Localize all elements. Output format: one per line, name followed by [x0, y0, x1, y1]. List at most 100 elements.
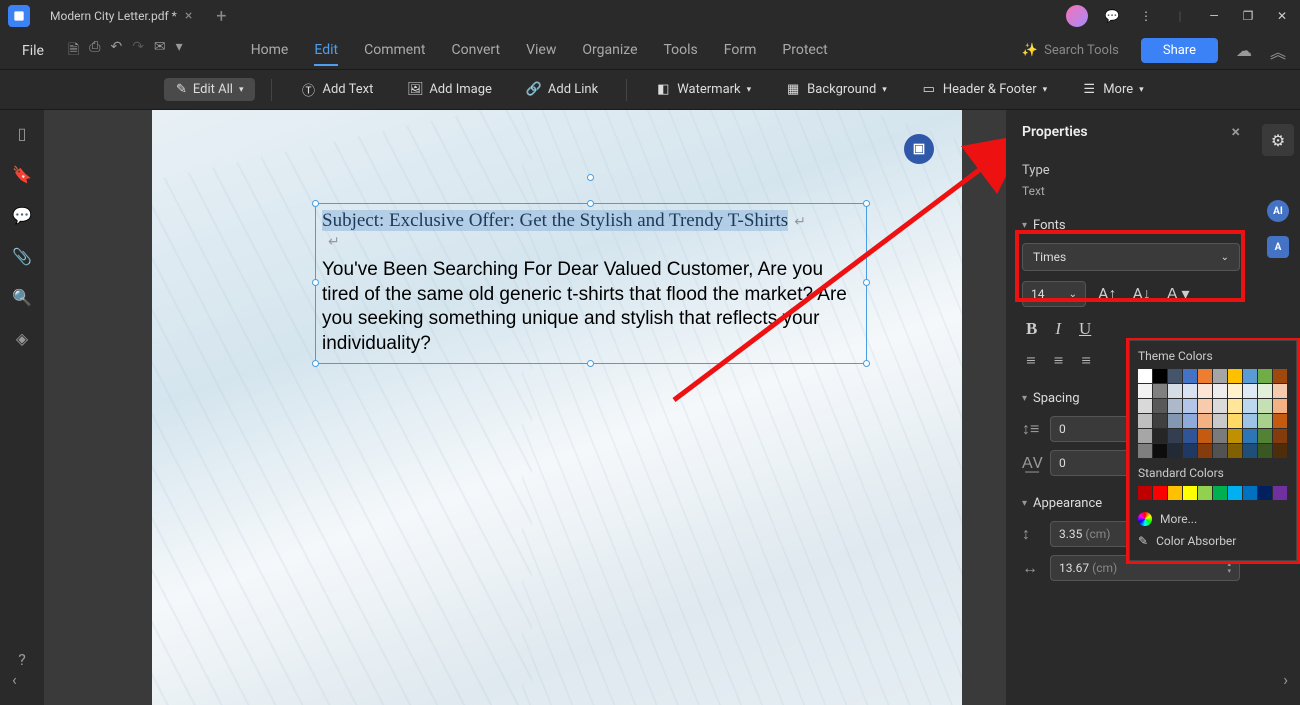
color-swatch[interactable]	[1198, 369, 1212, 383]
subject-text[interactable]: Subject: Exclusive Offer: Get the Stylis…	[322, 210, 788, 231]
add-link-button[interactable]: 🔗Add Link	[514, 78, 610, 102]
resize-handle[interactable]	[863, 200, 870, 207]
color-swatch[interactable]	[1273, 414, 1287, 428]
watermark-button[interactable]: ◧Watermark▾	[643, 78, 763, 102]
body-text[interactable]: You've Been Searching For Dear Valued Cu…	[322, 258, 860, 357]
file-menu[interactable]: File	[14, 39, 52, 63]
color-swatch[interactable]	[1183, 444, 1197, 458]
color-swatch[interactable]	[1273, 399, 1287, 413]
print-icon[interactable]: ⎙	[89, 39, 100, 63]
color-swatch[interactable]	[1153, 384, 1167, 398]
ribbon-tab-home[interactable]: Home	[251, 36, 289, 66]
dropdown-icon[interactable]: ▾	[176, 39, 183, 63]
color-swatch[interactable]	[1153, 414, 1167, 428]
color-swatch[interactable]	[1138, 486, 1152, 500]
color-swatch[interactable]	[1198, 444, 1212, 458]
color-swatch[interactable]	[1273, 369, 1287, 383]
color-swatch[interactable]	[1168, 369, 1182, 383]
ribbon-tab-tools[interactable]: Tools	[664, 36, 698, 66]
color-swatch[interactable]	[1168, 444, 1182, 458]
redo-icon[interactable]: ↷	[132, 39, 144, 63]
edit-all-button[interactable]: ✎ Edit All ▾	[164, 78, 255, 101]
color-swatch[interactable]	[1243, 414, 1257, 428]
close-panel-icon[interactable]: ×	[1232, 122, 1241, 141]
resize-handle[interactable]	[587, 200, 594, 207]
color-swatch[interactable]	[1258, 429, 1272, 443]
color-swatch[interactable]	[1243, 429, 1257, 443]
more-button[interactable]: ☰More▾	[1069, 78, 1155, 102]
settings-icon[interactable]: ⚙	[1262, 124, 1294, 156]
color-absorber-button[interactable]: ✎Color Absorber	[1138, 530, 1288, 552]
kebab-icon[interactable]: ⋮	[1136, 6, 1156, 26]
save-icon[interactable]: 🗎	[68, 39, 79, 63]
color-swatch[interactable]	[1138, 444, 1152, 458]
next-page-icon[interactable]: ›	[1283, 670, 1288, 689]
color-swatch[interactable]	[1153, 399, 1167, 413]
color-swatch[interactable]	[1228, 384, 1242, 398]
color-swatch[interactable]	[1273, 486, 1287, 500]
color-swatch[interactable]	[1198, 486, 1212, 500]
color-swatch[interactable]	[1258, 369, 1272, 383]
share-button[interactable]: Share	[1141, 38, 1218, 63]
italic-button[interactable]: I	[1055, 319, 1061, 339]
color-swatch[interactable]	[1243, 384, 1257, 398]
color-swatch[interactable]	[1258, 444, 1272, 458]
collapse-ribbon-icon[interactable]: ︽	[1270, 39, 1286, 63]
color-swatch[interactable]	[1138, 429, 1152, 443]
color-swatch[interactable]	[1183, 429, 1197, 443]
color-swatch[interactable]	[1183, 369, 1197, 383]
color-swatch[interactable]	[1153, 444, 1167, 458]
color-swatch[interactable]	[1243, 369, 1257, 383]
resize-handle[interactable]	[312, 279, 319, 286]
chat-icon[interactable]: 💬	[1102, 6, 1122, 26]
color-swatch[interactable]	[1168, 414, 1182, 428]
color-swatch[interactable]	[1198, 414, 1212, 428]
prev-page-icon[interactable]: ‹	[12, 670, 17, 689]
color-swatch[interactable]	[1213, 486, 1227, 500]
align-center-icon[interactable]: ≡	[1054, 351, 1064, 371]
attachments-icon[interactable]: 📎	[12, 247, 32, 266]
header-footer-button[interactable]: ▭Header & Footer▾	[909, 78, 1059, 102]
color-swatch[interactable]	[1228, 444, 1242, 458]
maximize-icon[interactable]: ❐	[1238, 6, 1258, 26]
add-text-button[interactable]: ⓉAdd Text	[288, 78, 385, 102]
resize-handle[interactable]	[587, 360, 594, 367]
object-type-badge[interactable]	[904, 134, 934, 164]
color-swatch[interactable]	[1243, 444, 1257, 458]
color-swatch[interactable]	[1273, 429, 1287, 443]
increase-size-icon[interactable]: A↑	[1094, 282, 1120, 306]
ribbon-tab-view[interactable]: View	[526, 36, 556, 66]
user-avatar[interactable]	[1066, 5, 1088, 27]
ai-tools-icon[interactable]: A	[1267, 236, 1289, 258]
color-swatch[interactable]	[1213, 384, 1227, 398]
color-swatch[interactable]	[1168, 384, 1182, 398]
color-swatch[interactable]	[1273, 384, 1287, 398]
ai-icon[interactable]: AI	[1267, 200, 1289, 222]
ribbon-tab-convert[interactable]: Convert	[451, 36, 500, 66]
color-swatch[interactable]	[1168, 486, 1182, 500]
color-swatch[interactable]	[1183, 399, 1197, 413]
ribbon-tab-comment[interactable]: Comment	[364, 36, 425, 66]
tab-close-icon[interactable]: ×	[185, 8, 192, 24]
color-swatch[interactable]	[1153, 369, 1167, 383]
color-swatch[interactable]	[1183, 486, 1197, 500]
color-swatch[interactable]	[1228, 486, 1242, 500]
font-size-input[interactable]: 14 ⌄	[1022, 281, 1086, 307]
selected-text-box[interactable]: Subject: Exclusive Offer: Get the Stylis…	[315, 203, 867, 364]
color-swatch[interactable]	[1258, 384, 1272, 398]
color-swatch[interactable]	[1243, 399, 1257, 413]
color-swatch[interactable]	[1153, 486, 1167, 500]
color-swatch[interactable]	[1228, 429, 1242, 443]
resize-handle[interactable]	[863, 360, 870, 367]
decrease-size-icon[interactable]: A↓	[1128, 282, 1154, 306]
document-tab[interactable]: Modern City Letter.pdf * ×	[38, 1, 204, 31]
tab-add-icon[interactable]: +	[204, 6, 238, 27]
color-swatch[interactable]	[1213, 414, 1227, 428]
color-swatch[interactable]	[1183, 384, 1197, 398]
more-colors-button[interactable]: More...	[1138, 508, 1288, 530]
cloud-icon[interactable]: ☁	[1236, 41, 1252, 60]
color-swatch[interactable]	[1213, 369, 1227, 383]
layers-icon[interactable]: ◈	[16, 329, 28, 348]
color-swatch[interactable]	[1168, 429, 1182, 443]
color-swatch[interactable]	[1198, 384, 1212, 398]
